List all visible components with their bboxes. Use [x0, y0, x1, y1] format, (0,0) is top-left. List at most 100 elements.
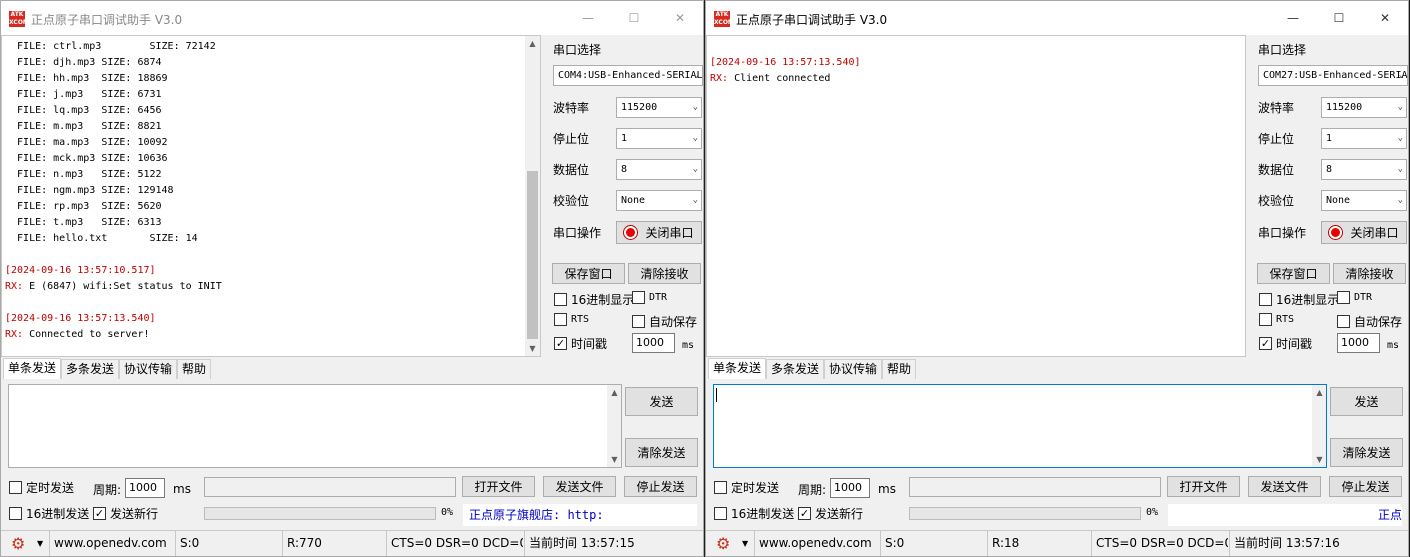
- tab-single-send[interactable]: 单条发送: [708, 358, 767, 379]
- dtr-checkbox[interactable]: DTR: [1337, 291, 1372, 304]
- title-bar[interactable]: ATK XCOM 正点原子串口调试助手 V3.0 — ☐ ✕: [1, 1, 703, 35]
- tab-help[interactable]: 帮助: [177, 359, 212, 379]
- scroll-down-icon[interactable]: ▼: [607, 452, 621, 467]
- receive-area[interactable]: FILE: ctrl.mp3 SIZE: 72142 FILE: djh.mp3…: [1, 35, 541, 357]
- send-button[interactable]: 发送: [625, 387, 698, 416]
- tab-protocol[interactable]: 协议传输: [119, 359, 178, 379]
- open-file-button[interactable]: 打开文件: [462, 476, 535, 497]
- receive-line: [5, 247, 525, 263]
- store-link-box[interactable]: 正点原子旗舰店: http:: [463, 504, 697, 526]
- baud-select[interactable]: 115200 ⌄: [616, 97, 702, 118]
- hex-display-checkbox[interactable]: 16进制显示: [1259, 291, 1339, 308]
- period-input[interactable]: 1000: [125, 478, 165, 498]
- port-select[interactable]: COM4:USB-Enhanced-SERIAL ⌄: [553, 65, 703, 86]
- tab-single-send[interactable]: 单条发送: [3, 358, 62, 379]
- minimize-button[interactable]: —: [1270, 1, 1316, 35]
- chevron-down-icon: ⌄: [1397, 164, 1403, 174]
- send-input[interactable]: ▲ ▼: [8, 384, 622, 468]
- rts-checkbox[interactable]: RTS: [1259, 313, 1294, 326]
- scroll-thumb[interactable]: [527, 171, 538, 339]
- clear-receive-button[interactable]: 清除接收: [628, 263, 701, 284]
- send-file-button[interactable]: 发送文件: [543, 476, 616, 497]
- scroll-up-icon[interactable]: ▲: [607, 385, 621, 400]
- clear-receive-button[interactable]: 清除接收: [1333, 263, 1406, 284]
- stop-bits-select[interactable]: 1 ⌄: [616, 128, 702, 149]
- stop-send-button[interactable]: 停止发送: [1329, 476, 1402, 497]
- parity-select[interactable]: None ⌄: [616, 190, 702, 211]
- scroll-down-icon[interactable]: ▼: [1312, 452, 1326, 467]
- maximize-button[interactable]: ☐: [1316, 1, 1362, 35]
- timestamp-checkbox[interactable]: ✓ 时间戳: [554, 335, 607, 352]
- close-button[interactable]: ✕: [657, 1, 703, 35]
- timed-send-checkbox[interactable]: 定时发送: [714, 479, 779, 496]
- dtr-checkbox[interactable]: DTR: [632, 291, 667, 304]
- data-bits-select[interactable]: 8 ⌄: [1321, 159, 1407, 180]
- newline-checkbox[interactable]: ✓ 发送新行: [798, 505, 863, 522]
- close-button[interactable]: ✕: [1362, 1, 1408, 35]
- status-url[interactable]: www.openedv.com: [49, 531, 171, 556]
- receive-area[interactable]: [2024-09-16 13:57:13.540] RX: Client conn…: [706, 35, 1246, 357]
- dropdown-arrow-icon[interactable]: ▼: [742, 531, 748, 556]
- receive-scrollbar[interactable]: ▲ ▼: [525, 36, 540, 356]
- timestamp-ms-input[interactable]: 1000: [1337, 333, 1380, 353]
- chevron-down-icon: ⌄: [1397, 195, 1403, 205]
- send-file-button[interactable]: 发送文件: [1248, 476, 1321, 497]
- parity-select[interactable]: None ⌄: [1321, 190, 1407, 211]
- newline-checkbox[interactable]: ✓ 发送新行: [93, 505, 158, 522]
- hex-send-checkbox[interactable]: 16进制发送: [714, 505, 794, 522]
- dropdown-arrow-icon[interactable]: ▼: [37, 531, 43, 556]
- clear-send-button[interactable]: 清除发送: [1330, 438, 1403, 467]
- tab-multi-send[interactable]: 多条发送: [61, 359, 120, 379]
- checkbox-box: [9, 507, 22, 520]
- tab-multi-send[interactable]: 多条发送: [766, 359, 825, 379]
- scroll-up-icon[interactable]: ▲: [1312, 385, 1326, 400]
- newline-label: 发送新行: [815, 507, 864, 521]
- hex-send-label: 16进制发送: [26, 507, 90, 521]
- tab-help[interactable]: 帮助: [882, 359, 917, 379]
- auto-save-checkbox[interactable]: 自动保存: [632, 313, 697, 330]
- timestamp-checkbox[interactable]: ✓ 时间戳: [1259, 335, 1312, 352]
- send-button[interactable]: 发送: [1330, 387, 1403, 416]
- minimize-button[interactable]: —: [565, 1, 611, 35]
- send-scrollbar[interactable]: ▲ ▼: [607, 385, 621, 467]
- timed-send-checkbox[interactable]: 定时发送: [9, 479, 74, 496]
- receive-line: [5, 295, 525, 311]
- status-url[interactable]: www.openedv.com: [754, 531, 876, 556]
- port-select[interactable]: COM27:USB-Enhanced-SERIAL ⌄: [1258, 65, 1408, 86]
- maximize-button[interactable]: ☐: [611, 1, 657, 35]
- stop-bits-select[interactable]: 1 ⌄: [1321, 128, 1407, 149]
- timestamp-ms-input[interactable]: 1000: [632, 333, 675, 353]
- store-link-box[interactable]: 正点: [1168, 504, 1402, 526]
- rts-checkbox[interactable]: RTS: [554, 313, 589, 326]
- stop-send-button[interactable]: 停止发送: [624, 476, 697, 497]
- save-window-button[interactable]: 保存窗口: [552, 263, 625, 284]
- scroll-up-icon[interactable]: ▲: [525, 36, 540, 51]
- checkbox-box: [1337, 291, 1350, 304]
- store-link[interactable]: 正点: [1372, 508, 1402, 522]
- send-progress: [204, 507, 436, 520]
- parity-value: None: [1326, 195, 1351, 206]
- save-window-button[interactable]: 保存窗口: [1257, 263, 1330, 284]
- baud-select[interactable]: 115200 ⌄: [1321, 97, 1407, 118]
- data-bits-select[interactable]: 8 ⌄: [616, 159, 702, 180]
- baud-value: 115200: [1326, 102, 1363, 113]
- period-input[interactable]: 1000: [830, 478, 870, 498]
- store-link[interactable]: 正点原子旗舰店: http:: [463, 508, 604, 522]
- file-path-field[interactable]: [909, 477, 1161, 497]
- hex-send-checkbox[interactable]: 16进制发送: [9, 505, 89, 522]
- file-path-field[interactable]: [204, 477, 456, 497]
- receive-line: FILE: m.mp3 SIZE: 8821: [5, 121, 162, 132]
- hex-display-checkbox[interactable]: 16进制显示: [554, 291, 634, 308]
- scroll-down-icon[interactable]: ▼: [525, 341, 540, 356]
- send-scrollbar[interactable]: ▲ ▼: [1312, 385, 1326, 467]
- close-port-button[interactable]: 关闭串口: [616, 221, 702, 244]
- title-bar[interactable]: ATK XCOM 正点原子串口调试助手 V3.0 — ☐ ✕: [706, 1, 1408, 35]
- gear-icon[interactable]: ⚙: [716, 536, 732, 552]
- open-file-button[interactable]: 打开文件: [1167, 476, 1240, 497]
- auto-save-checkbox[interactable]: 自动保存: [1337, 313, 1402, 330]
- clear-send-button[interactable]: 清除发送: [625, 438, 698, 467]
- tab-protocol[interactable]: 协议传输: [824, 359, 883, 379]
- gear-icon[interactable]: ⚙: [11, 536, 27, 552]
- close-port-button[interactable]: 关闭串口: [1321, 221, 1407, 244]
- send-input[interactable]: ▲ ▼: [713, 384, 1327, 468]
